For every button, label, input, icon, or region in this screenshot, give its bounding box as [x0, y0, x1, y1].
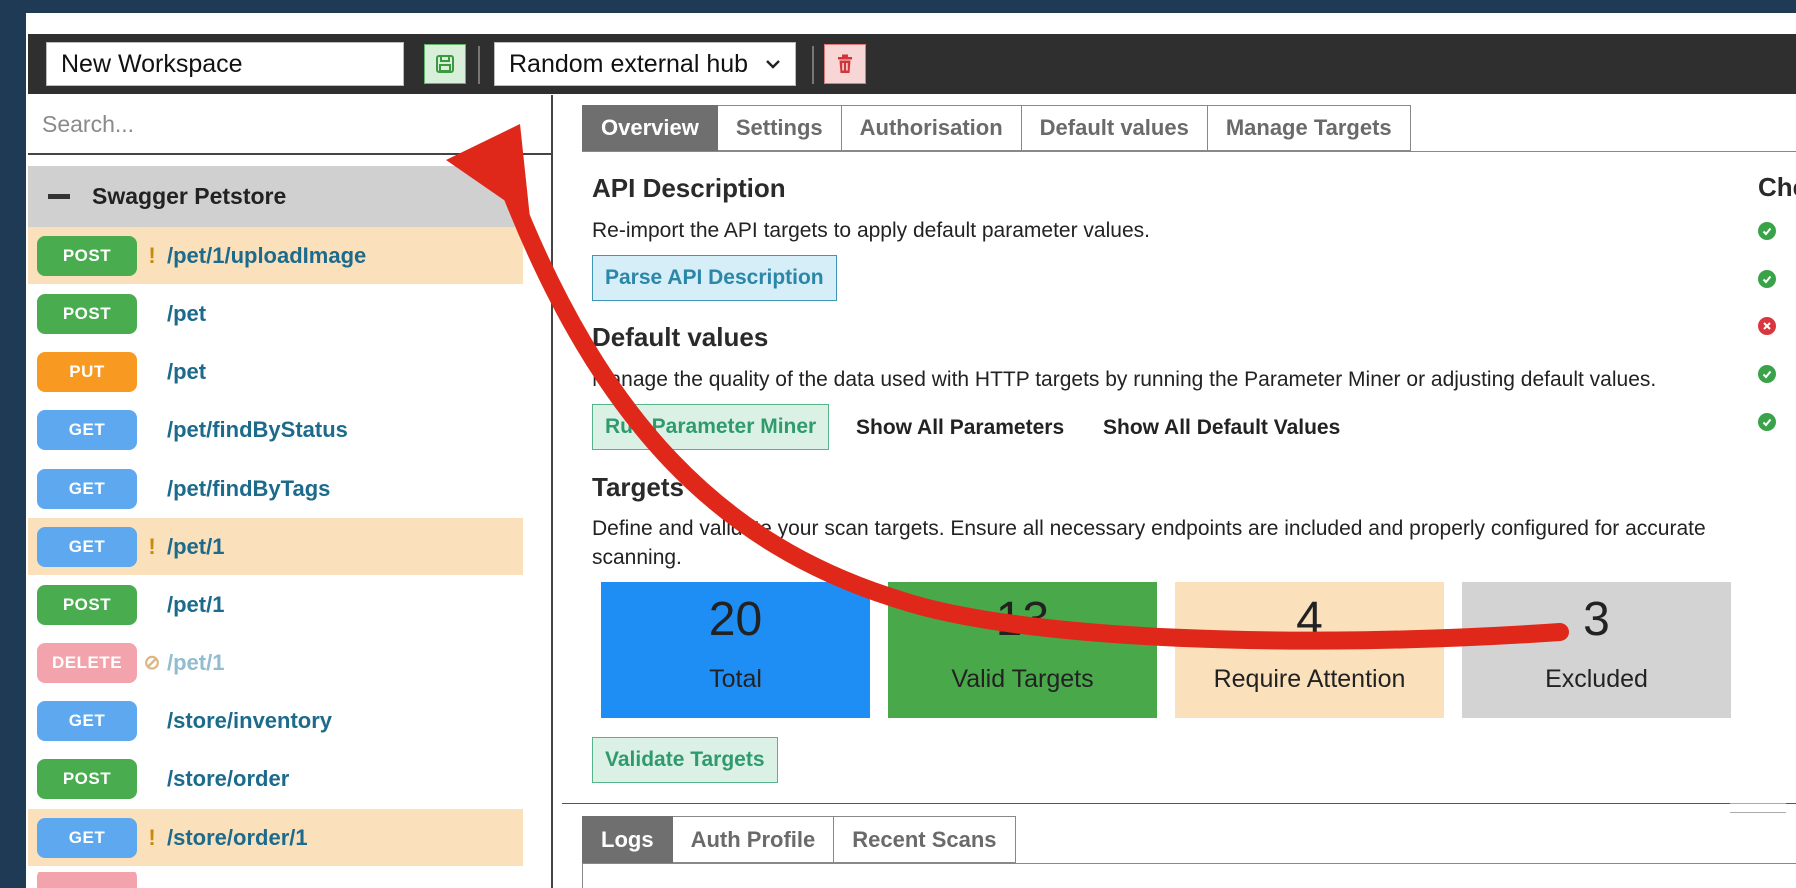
tab-settings[interactable]: Settings	[717, 105, 842, 151]
trash-icon	[838, 54, 852, 73]
check-ok-icon	[1758, 222, 1776, 240]
endpoint-path: /store/order/1	[167, 824, 308, 850]
endpoint-row[interactable]: POST /store/order	[28, 750, 523, 807]
default-values-heading: Default values	[592, 322, 769, 352]
method-badge-post: POST	[37, 293, 137, 334]
chevron-down-icon	[766, 60, 780, 69]
endpoint-path: /pet/1	[167, 591, 225, 617]
endpoint-path: /pet/1	[167, 533, 225, 559]
stat-label: Valid Targets	[951, 665, 1094, 693]
endpoint-row[interactable]: GET ! /pet/1	[28, 518, 523, 575]
endpoint-path: /pet/findByStatus	[167, 416, 348, 442]
endpoint-row[interactable]: POST ! /pet/1/uploadImage	[28, 227, 523, 284]
method-badge-get: GET	[37, 526, 137, 567]
check-ok-icon	[1758, 270, 1776, 288]
method-badge-get: GET	[37, 468, 137, 509]
save-icon	[436, 55, 454, 73]
tab-authorisation[interactable]: Authorisation	[841, 105, 1022, 151]
delete-workspace-button[interactable]	[824, 44, 866, 84]
hub-select-value: Random external hub	[509, 49, 749, 78]
method-badge-post: POST	[37, 758, 137, 799]
tab-default-values[interactable]: Default values	[1021, 105, 1208, 151]
warning-icon: !	[148, 242, 156, 268]
bottom-panel-border	[582, 863, 583, 888]
endpoint-path: /pet	[167, 300, 207, 326]
bottom-tabs-underline	[582, 863, 1796, 864]
endpoint-row[interactable]: POST /pet/1	[28, 576, 523, 633]
show-all-parameters-link[interactable]: Show All Parameters	[856, 416, 1064, 440]
stat-excluded[interactable]: 3 Excluded	[1462, 582, 1731, 718]
check-ok-icon	[1758, 365, 1776, 383]
main-tabs: Overview Settings Authorisation Default …	[582, 105, 1411, 151]
collapse-icon[interactable]	[48, 194, 70, 199]
excluded-icon: ⊘	[143, 652, 161, 674]
stat-value: 4	[1296, 593, 1323, 646]
api-group-title: Swagger Petstore	[92, 183, 287, 209]
validate-targets-button[interactable]: Validate Targets	[592, 737, 778, 783]
stat-require-attention[interactable]: 4 Require Attention	[1175, 582, 1444, 718]
endpoint-row[interactable]: GET /pet/findByStatus	[28, 401, 523, 458]
method-badge-get: GET	[37, 409, 137, 450]
tab-manage-targets[interactable]: Manage Targets	[1207, 105, 1411, 151]
method-badge-delete	[37, 872, 137, 888]
check-ok-icon	[1758, 413, 1776, 431]
tabs-underline	[582, 151, 1796, 152]
endpoint-path: /pet/1	[167, 649, 225, 675]
endpoint-path: /store/order	[167, 765, 290, 791]
endpoint-search-input[interactable]	[28, 95, 551, 155]
stat-value: 3	[1583, 593, 1610, 646]
endpoint-row[interactable]: POST /pet	[28, 285, 523, 342]
default-values-text: Manage the quality of the data used with…	[592, 368, 1657, 391]
endpoint-row[interactable]	[28, 872, 523, 888]
toolbar-divider	[812, 46, 814, 84]
tab-auth-profile[interactable]: Auth Profile	[672, 816, 835, 863]
stat-value: 20	[708, 593, 763, 646]
endpoint-row[interactable]: DELETE ⊘ /pet/1	[28, 634, 523, 691]
check-fail-icon	[1758, 317, 1776, 335]
api-group-header[interactable]: Swagger Petstore	[28, 166, 523, 227]
resize-handle[interactable]	[1730, 803, 1786, 813]
hub-select[interactable]: Random external hub	[494, 42, 796, 86]
method-badge-delete: DELETE	[37, 642, 137, 683]
method-badge-post: POST	[37, 235, 137, 276]
endpoint-path: /store/inventory	[167, 707, 333, 733]
targets-text: Define and validate your scan targets. E…	[592, 517, 1706, 569]
stat-valid-targets[interactable]: 13 Valid Targets	[888, 582, 1157, 718]
endpoint-row[interactable]: GET ! /store/order/1	[28, 809, 523, 866]
api-description-heading: API Description	[592, 173, 786, 203]
endpoint-row[interactable]: GET /pet/findByTags	[28, 460, 523, 517]
tab-recent-scans[interactable]: Recent Scans	[834, 816, 1016, 863]
endpoint-row[interactable]: PUT /pet	[28, 343, 523, 400]
run-parameter-miner-button[interactable]: Run Parameter Miner	[592, 404, 830, 450]
toolbar-divider	[478, 46, 480, 84]
stat-total[interactable]: 20 Total	[601, 582, 870, 718]
tab-logs[interactable]: Logs	[582, 816, 673, 863]
targets-heading: Targets	[592, 472, 684, 502]
sidebar-divider[interactable]	[551, 95, 553, 888]
api-description-text: Re-import the API targets to apply defau…	[592, 219, 1150, 242]
warning-icon: !	[148, 533, 156, 559]
parse-api-description-button[interactable]: Parse API Description	[592, 255, 837, 301]
method-badge-put: PUT	[37, 351, 137, 392]
stat-value: 13	[995, 593, 1050, 646]
method-badge-post: POST	[37, 584, 137, 625]
panel-splitter[interactable]	[562, 803, 1796, 804]
workspace-name-input[interactable]	[46, 42, 404, 86]
checks-heading: Che	[1758, 172, 1796, 202]
stat-label: Total	[709, 665, 762, 693]
endpoint-row[interactable]: GET /store/inventory	[28, 692, 523, 749]
endpoint-path: /pet/findByTags	[167, 475, 331, 501]
tab-overview[interactable]: Overview	[582, 105, 718, 151]
endpoint-path: /pet/1/uploadImage	[167, 242, 367, 268]
bottom-tabs: Logs Auth Profile Recent Scans	[582, 816, 1016, 863]
warning-icon: !	[148, 824, 156, 850]
method-badge-get: GET	[37, 817, 137, 858]
save-workspace-button[interactable]	[424, 44, 466, 84]
endpoint-path: /pet	[167, 358, 207, 384]
stat-label: Require Attention	[1213, 665, 1406, 693]
method-badge-get: GET	[37, 700, 137, 741]
show-all-default-values-link[interactable]: Show All Default Values	[1103, 416, 1340, 440]
stat-label: Excluded	[1545, 665, 1648, 693]
